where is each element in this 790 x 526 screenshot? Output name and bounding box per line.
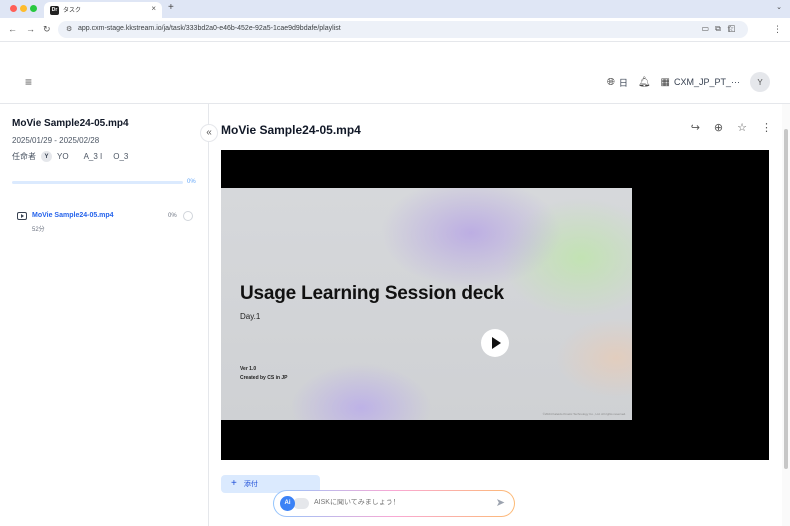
new-tab-button[interactable]: + [168, 2, 174, 14]
url-field[interactable]: ⚙ app.cxm-stage.kkstream.io/ja/task/333b… [58, 21, 748, 38]
browser-menu-icon[interactable]: ⋮ [773, 24, 782, 35]
video-icon [17, 212, 27, 220]
ai-chat-input[interactable] [314, 499, 484, 506]
language-switcher[interactable]: 🌐︎ 日 [607, 76, 628, 89]
share-icon[interactable]: ↪ [691, 121, 700, 134]
video-frame: Usage Learning Session deck Day.1 Ver 1.… [221, 188, 632, 420]
playlist-item-duration: 52分 [32, 227, 45, 233]
language-label: 日 [618, 77, 628, 88]
plus-icon: + [231, 478, 237, 489]
browser-tab[interactable]: Dr タスク × [44, 2, 162, 18]
progress-percent: 0% [187, 179, 196, 185]
send-icon[interactable]: ➤ [496, 496, 505, 510]
assignee-label: 任命者 [12, 152, 36, 161]
notifications-button[interactable]: 🔔︎ [638, 77, 651, 88]
playlist-title: MoVie Sample24-05.mp4 [12, 118, 129, 129]
collapse-sidebar-button[interactable]: « [200, 124, 218, 142]
window-close-dot[interactable] [10, 5, 17, 12]
ai-chat-bar: Ai ➤ [273, 490, 515, 517]
reload-icon[interactable]: ↻ [43, 24, 51, 34]
completion-circle-icon[interactable] [183, 211, 193, 221]
organization-label: CXM_JP_PT_··· [673, 77, 740, 87]
playlist-item-name[interactable]: MoVie Sample24-05.mp4 [32, 212, 114, 219]
bell-icon: 🔔︎ [637, 76, 651, 88]
video-player[interactable]: Usage Learning Session deck Day.1 Ver 1.… [221, 150, 769, 460]
progress-bar [12, 181, 183, 184]
tab-favicon-icon: Dr [50, 6, 59, 15]
assignee-row: 任命者 Y YO A_3 I O_3 [12, 151, 128, 162]
slide-footer: ©2024 Kaleido Kinetic Technology Co., Lt… [542, 412, 626, 416]
back-arrow-icon[interactable]: ← [8, 24, 17, 34]
slide-version: Ver 1.0 [240, 366, 257, 372]
more-vert-icon[interactable]: ⋮ [761, 121, 772, 134]
app-header: ≡ 🌐︎ 日 🔔︎ ▦ CXM_JP_PT_··· Y [0, 60, 790, 104]
translate-icon[interactable]: ⧉ [715, 24, 727, 33]
main-content: MoVie Sample24-05.mp4 ↪ ⊕ ☆ ⋮ Usage Lear… [210, 104, 782, 526]
ai-toggle[interactable] [293, 498, 309, 509]
title-actions: ↪ ⊕ ☆ ⋮ [691, 121, 772, 134]
scrollbar-thumb[interactable] [784, 129, 788, 469]
tab-title: タスク [63, 8, 82, 14]
building-icon: ▦ [660, 76, 670, 88]
slide-subtitle: Day.1 [240, 312, 261, 321]
browser-tab-bar: Dr タスク × + ⌄ [0, 0, 790, 18]
assignee-extra: O_3 [113, 152, 129, 161]
favorite-star-icon[interactable]: ☆ [737, 121, 747, 134]
cast-icon[interactable]: ▭ [702, 24, 716, 33]
hamburger-menu-icon[interactable]: ≡ [25, 76, 32, 88]
header-actions: 🌐︎ 日 🔔︎ ▦ CXM_JP_PT_··· Y [607, 71, 770, 93]
tab-list-chevron-icon[interactable]: ⌄ [776, 3, 782, 11]
playlist-item[interactable]: MoVie Sample24-05.mp4 52分 0% [12, 210, 197, 236]
slide-credit: Created by CS in JP [240, 375, 288, 381]
organization-switcher[interactable]: ▦ CXM_JP_PT_··· [661, 77, 740, 88]
tab-close-icon[interactable]: × [151, 4, 156, 14]
forward-arrow-icon[interactable]: → [26, 24, 35, 34]
playlist-item-progress: 0% [168, 213, 177, 219]
play-button[interactable] [481, 329, 509, 357]
video-title: MoVie Sample24-05.mp4 [221, 123, 361, 137]
globe-icon: 🌐︎ [606, 76, 615, 88]
ai-chat-inner: Ai ➤ [274, 491, 514, 516]
page-scrollbar[interactable] [782, 104, 790, 526]
slide-title: Usage Learning Session deck [240, 283, 504, 304]
playlist-sidebar: MoVie Sample24-05.mp4 2025/01/29 - 2025/… [0, 104, 209, 526]
assignee-name: YO [57, 152, 69, 161]
assignee-avatar: Y [41, 151, 52, 162]
ai-badge-icon[interactable]: Ai [280, 496, 295, 511]
window-minimize-dot[interactable] [20, 5, 27, 12]
add-circle-icon[interactable]: ⊕ [714, 121, 723, 134]
url-text: app.cxm-stage.kkstream.io/ja/task/333bd2… [78, 25, 341, 32]
extensions-icon[interactable]: ⧠ [728, 24, 735, 34]
browser-toolbar-spacer [0, 42, 790, 60]
date-range: 2025/01/29 - 2025/02/28 [12, 136, 100, 145]
window-maximize-dot[interactable] [30, 5, 37, 12]
attach-label: 添付 [243, 481, 258, 488]
site-settings-icon[interactable]: ⚙ [66, 25, 72, 33]
assignee-extra: A_3 I [83, 152, 103, 161]
browser-address-bar: ← → ↻ ⚙ app.cxm-stage.kkstream.io/ja/tas… [0, 18, 790, 42]
user-avatar[interactable]: Y [750, 72, 770, 92]
